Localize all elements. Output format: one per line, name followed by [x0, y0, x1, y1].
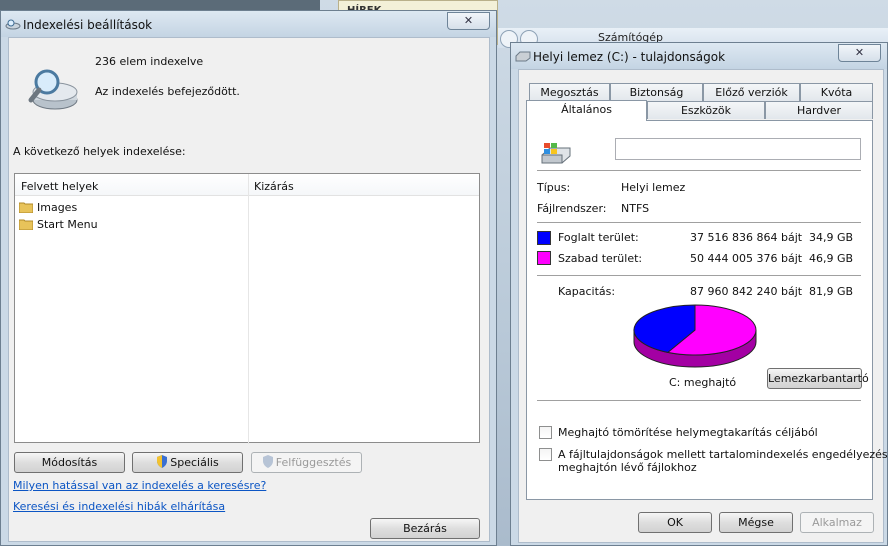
column-header-exclude[interactable]: Kizárás	[254, 180, 294, 193]
content-index-label-line1: A fájltulajdonságok mellett tartalominde…	[558, 448, 888, 461]
cancel-button-label: Mégse	[738, 516, 774, 529]
disk-usage-pie	[633, 304, 757, 368]
tab-quota[interactable]: Kvóta	[800, 83, 873, 101]
tab-general[interactable]: Általános	[526, 100, 647, 121]
folder-icon	[19, 219, 33, 230]
tab-sharing[interactable]: Megosztás	[529, 83, 610, 101]
indexed-count: 236 elem indexelve	[95, 55, 204, 68]
close-icon[interactable]: ✕	[838, 44, 881, 62]
indexing-client-area: 236 elem indexelve Az indexelés befejező…	[8, 37, 490, 542]
modify-button[interactable]: Módosítás	[14, 452, 125, 473]
divider	[537, 222, 861, 223]
window-title: Indexelési beállítások	[23, 18, 153, 32]
list-item-label: Images	[37, 201, 78, 214]
free-space-swatch	[537, 251, 551, 265]
apply-button[interactable]: Alkalmaz	[800, 512, 874, 533]
column-header-locations[interactable]: Felvett helyek	[21, 180, 98, 193]
modify-button-label: Módosítás	[41, 456, 98, 469]
free-space-label: Szabad terület:	[558, 252, 643, 265]
filesystem-label: Fájlrendszer:	[537, 202, 607, 215]
free-space-bytes: 50 444 005 376 bájt	[690, 252, 803, 265]
drive-properties-window: Helyi lemez (C:) - tulajdonságok ✕ Megos…	[510, 42, 888, 546]
indexing-status: Az indexelés befejeződött.	[95, 85, 240, 98]
general-tab-panel: Típus: Helyi lemez Fájlrendszer: NTFS Fo…	[526, 120, 888, 500]
uac-shield-icon	[262, 455, 273, 468]
indexing-effect-link[interactable]: Milyen hatással van az indexelés a keres…	[13, 479, 266, 492]
compress-drive-label: Meghajtó tömörítése helymegtakarítás cél…	[558, 426, 818, 439]
window-title: Helyi lemez (C:) - tulajdonságok	[533, 50, 726, 64]
used-space-swatch	[537, 231, 551, 245]
capacity-label: Kapacitás:	[558, 285, 616, 298]
close-icon[interactable]: ✕	[447, 12, 490, 30]
column-divider	[248, 174, 249, 444]
used-space-bytes: 37 516 836 864 bájt	[690, 231, 803, 244]
drive-icon	[515, 51, 531, 62]
advanced-button[interactable]: Speciális	[132, 452, 243, 473]
capacity-size: 81,9 GB	[809, 285, 854, 298]
divider	[537, 400, 861, 401]
indexing-options-window: Indexelési beállítások ✕ 236 elem indexe…	[0, 10, 497, 546]
tab-hardware[interactable]: Hardver	[765, 101, 873, 119]
locations-label: A következő helyek indexelése:	[13, 145, 186, 158]
folder-icon	[19, 202, 33, 213]
disk-cleanup-button[interactable]: Lemezkarbantartó	[767, 368, 869, 389]
type-label: Típus:	[537, 181, 571, 194]
indexed-locations-list[interactable]: Felvett helyek Kizárás Images Start Menu	[14, 173, 480, 444]
ok-button[interactable]: OK	[638, 512, 712, 533]
compress-drive-checkbox[interactable]	[539, 426, 552, 439]
close-button[interactable]: Bezárás	[370, 518, 480, 539]
pause-button-label: Felfüggesztés	[275, 456, 352, 469]
properties-client-area: Megosztás Biztonság Előző verziók Kvóta …	[518, 69, 888, 543]
drive-caption: C: meghajtó	[669, 376, 737, 389]
tab-security[interactable]: Biztonság	[610, 83, 703, 101]
tab-previous-versions[interactable]: Előző verziók	[703, 83, 800, 101]
disk-cleanup-label: Lemezkarbantartó	[768, 372, 869, 385]
divider	[537, 275, 861, 276]
windows-drive-icon	[541, 143, 571, 164]
divider	[537, 170, 861, 171]
advanced-button-label: Speciális	[170, 456, 219, 469]
content-index-checkbox[interactable]	[539, 448, 552, 461]
close-button-label: Bezárás	[403, 522, 447, 535]
ok-button-label: OK	[667, 516, 683, 529]
uac-shield-icon	[157, 455, 168, 468]
tab-tools[interactable]: Eszközök	[647, 101, 765, 119]
pause-button[interactable]: Felfüggesztés	[251, 452, 362, 473]
free-space-size: 46,9 GB	[809, 252, 854, 265]
filesystem-value: NTFS	[621, 202, 650, 215]
used-space-label: Foglalt terület:	[558, 231, 639, 244]
capacity-bytes: 87 960 842 240 bájt	[690, 285, 803, 298]
cancel-button[interactable]: Mégse	[719, 512, 793, 533]
title-bar[interactable]: Indexelési beállítások ✕	[1, 11, 496, 37]
title-bar[interactable]: Helyi lemez (C:) - tulajdonságok ✕	[511, 43, 887, 69]
used-space-size: 34,9 GB	[809, 231, 854, 244]
apply-button-label: Alkalmaz	[812, 516, 862, 529]
magnifier-drive-icon	[28, 69, 78, 110]
indexing-icon	[5, 19, 21, 30]
drive-label-input[interactable]	[615, 138, 861, 160]
list-header: Felvett helyek Kizárás	[15, 174, 479, 444]
troubleshoot-link[interactable]: Keresési és indexelési hibák elhárítása	[13, 500, 225, 513]
type-value: Helyi lemez	[621, 181, 686, 194]
content-index-label-line2: meghajtón lévő fájlokhoz	[558, 461, 697, 474]
list-item-label: Start Menu	[37, 218, 98, 231]
